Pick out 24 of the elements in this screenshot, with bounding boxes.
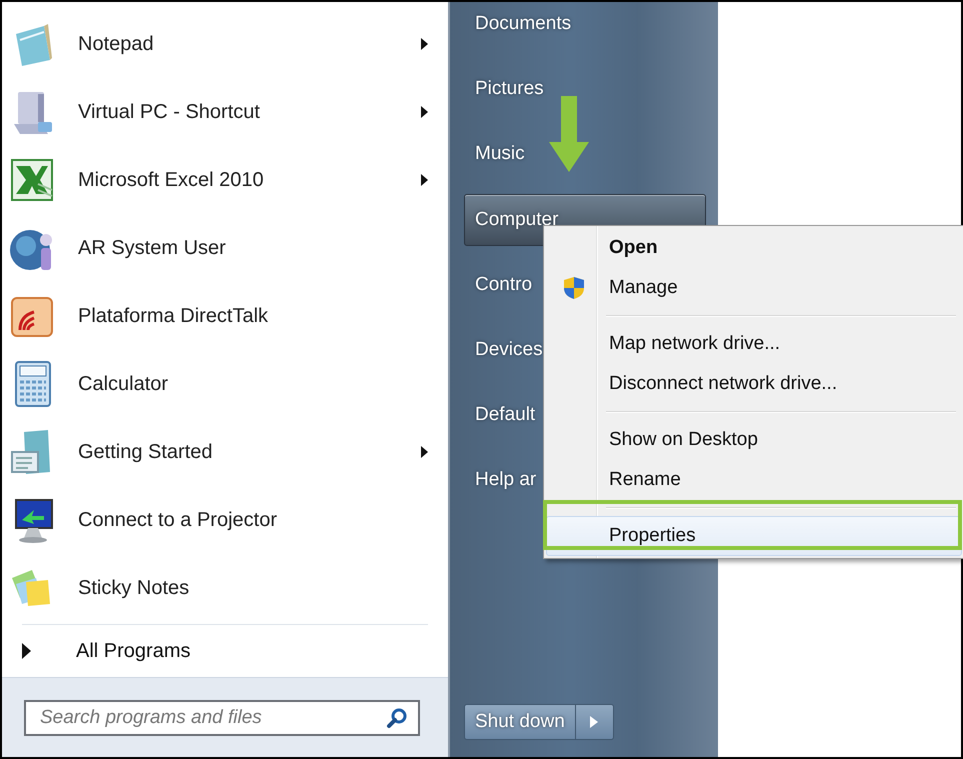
place-item[interactable]: Documents [464, 2, 706, 46]
program-item[interactable]: Notepad [2, 10, 448, 78]
program-item[interactable]: Sticky Notes [2, 554, 448, 622]
shut-down-options-button[interactable] [576, 704, 614, 740]
arrow-icon [590, 716, 598, 728]
menu-item[interactable]: Manage [546, 268, 962, 308]
program-item[interactable]: Microsoft Excel 2010 [2, 146, 448, 214]
program-item[interactable]: Getting Started [2, 418, 448, 486]
program-item[interactable]: Calculator [2, 350, 448, 418]
search-icon [386, 706, 408, 728]
program-item[interactable]: Connect to a Projector [2, 486, 448, 554]
place-item[interactable]: Pictures [464, 67, 706, 111]
menu-item[interactable]: Map network drive... [546, 324, 962, 364]
spreadsheet-icon [8, 156, 56, 204]
menu-item[interactable]: Rename [546, 460, 962, 500]
menu-item[interactable]: Disconnect network drive... [546, 364, 962, 404]
program-item[interactable]: Plataforma DirectTalk [2, 282, 448, 350]
search-field[interactable]: Search programs and files [24, 700, 420, 736]
menu-item[interactable]: Show on Desktop [546, 420, 962, 460]
all-programs-item[interactable]: All Programs [2, 625, 448, 677]
expand-arrow-icon [22, 643, 31, 659]
program-item[interactable]: Virtual PC - Shortcut [2, 78, 448, 146]
place-item[interactable]: Music [464, 132, 706, 176]
program-item[interactable]: AR System User [2, 214, 448, 282]
